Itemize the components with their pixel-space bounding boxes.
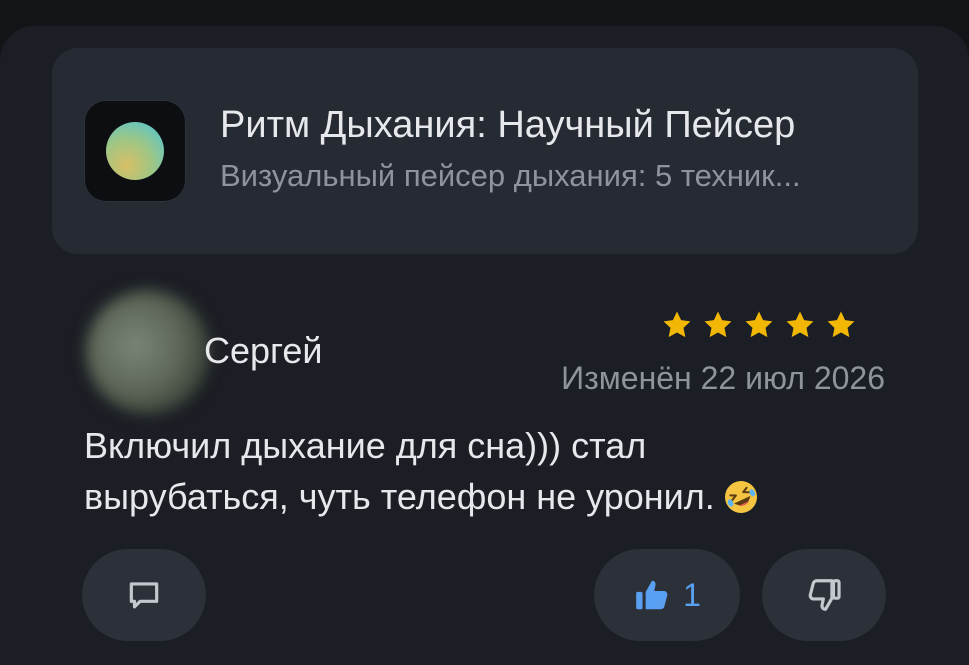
app-title[interactable]: Ритм Дыхания: Научный Пейсер [220,104,795,147]
thumbs-up-icon [636,580,668,610]
like-count: 1 [683,576,701,613]
review-body: Включил дыхание для сна))) стал вырубать… [84,420,844,522]
star-icon [663,311,691,338]
comment-icon [129,582,159,609]
app-icon-orb [106,122,164,180]
reply-button[interactable] [82,549,206,641]
star-icon [786,311,814,338]
screen: Ритм Дыхания: Научный Пейсер Визуальный … [0,0,969,665]
thumbs-down-icon [808,579,841,611]
star-icon [745,311,773,338]
star-icon [827,311,855,338]
dislike-button[interactable] [762,549,886,641]
review-author: Сергей [204,330,323,371]
rolling-on-floor-laughing-emoji [724,481,757,513]
like-button[interactable]: 1 [594,549,740,641]
rating-stars [660,308,858,342]
review-date: Изменён 22 июл 2026 [561,360,885,396]
avatar [86,290,210,414]
app-subtitle: Визуальный пейсер дыхания: 5 техник... [220,158,801,193]
review-text: Включил дыхание для сна))) стал вырубать… [84,425,715,517]
breathing-orb-icon[interactable] [84,100,186,202]
star-icon [704,311,732,338]
